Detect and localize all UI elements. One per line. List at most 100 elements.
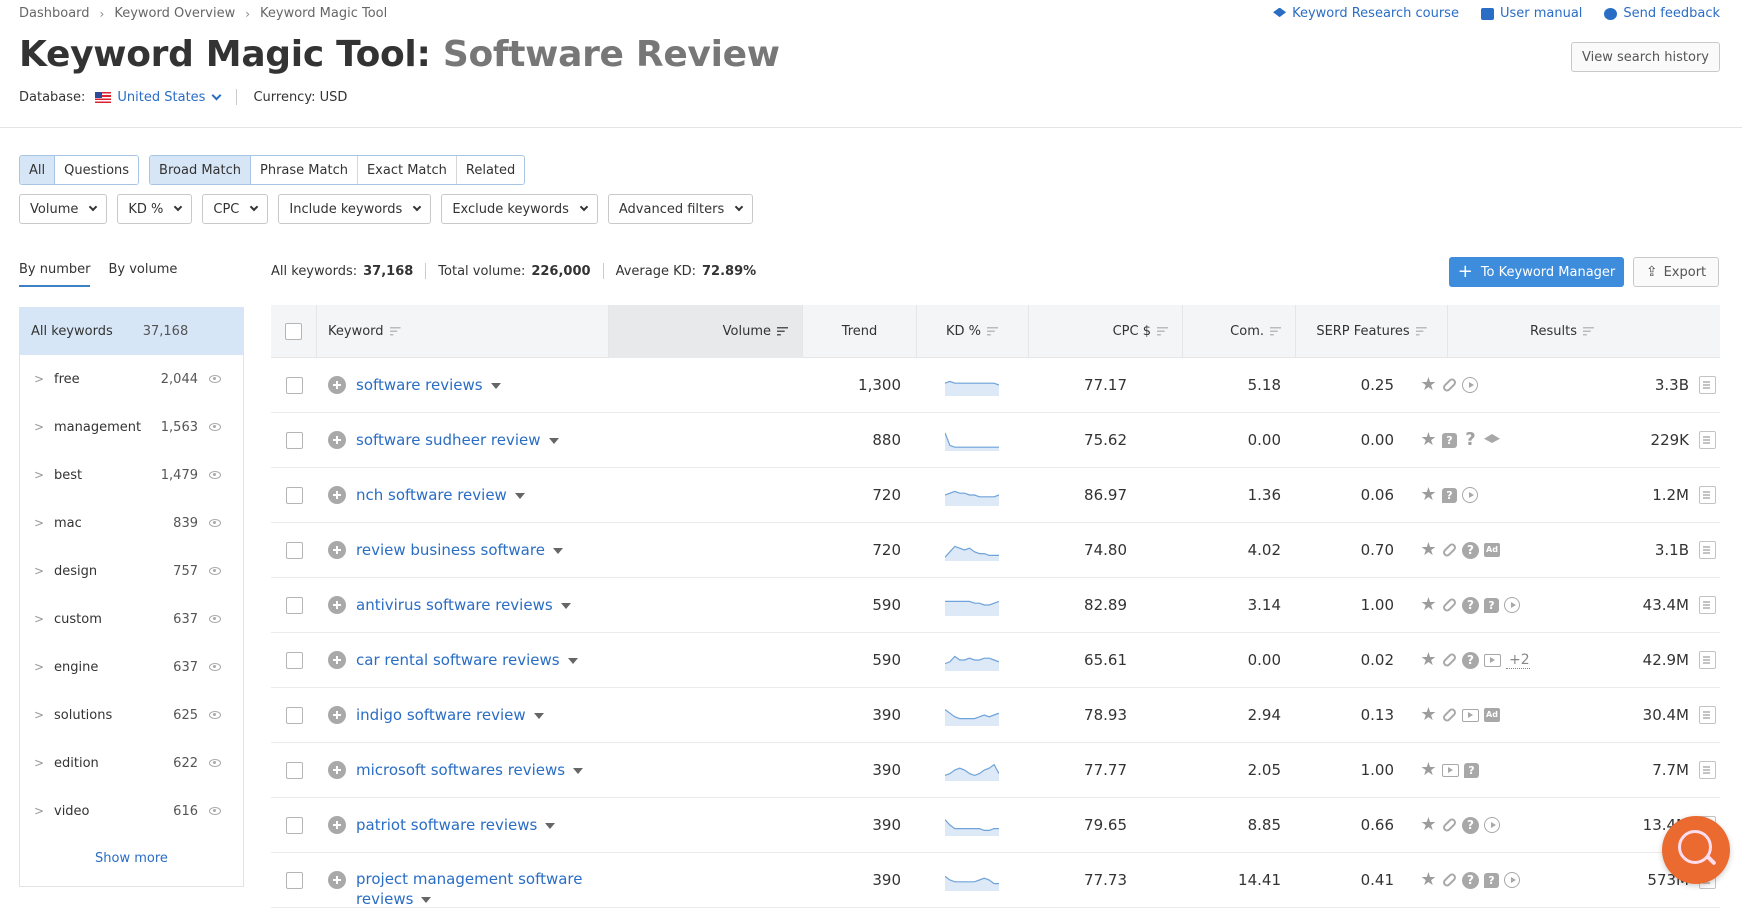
view-search-history-button[interactable]: View search history [1570,42,1720,72]
eye-icon[interactable] [209,711,221,719]
eye-icon[interactable] [209,423,221,431]
row-checkbox[interactable] [285,706,303,724]
more-features-link[interactable]: +2 [1506,652,1530,669]
row-checkbox[interactable] [285,596,303,614]
keyword-link[interactable]: project management software reviews [356,869,586,909]
row-checkbox[interactable] [285,761,303,779]
sidebar-item-mac[interactable]: > mac 839 [20,499,243,547]
add-keyword-icon[interactable] [328,651,346,669]
keyword-research-course-link[interactable]: Keyword Research course [1273,6,1459,21]
chevron-right-icon[interactable]: > [34,564,44,578]
column-volume[interactable]: Volume [609,305,803,358]
caret-down-icon[interactable] [545,822,556,829]
eye-icon[interactable] [209,663,221,671]
sidebar-item-management[interactable]: > management 1,563 [20,403,243,451]
serp-snapshot-icon[interactable] [1699,376,1716,394]
breadcrumb-dashboard[interactable]: Dashboard [19,6,90,21]
chevron-right-icon[interactable]: > [34,372,44,386]
tab-phrase-match[interactable]: Phrase Match [251,156,358,184]
add-keyword-icon[interactable] [328,486,346,504]
add-keyword-icon[interactable] [328,541,346,559]
chevron-right-icon[interactable]: > [34,420,44,434]
row-checkbox[interactable] [285,816,303,834]
caret-down-icon[interactable] [573,767,584,774]
search-assistant-button[interactable] [1662,816,1730,884]
chevron-right-icon[interactable]: > [34,516,44,530]
filter-advanced[interactable]: Advanced filters [607,194,754,224]
keyword-link[interactable]: patriot software reviews [356,815,556,835]
row-checkbox[interactable] [285,431,303,449]
keyword-link[interactable]: antivirus software reviews [356,595,571,615]
eye-icon[interactable] [209,519,221,527]
sidebar-item-custom[interactable]: > custom 637 [20,595,243,643]
show-more-link[interactable]: Show more [20,851,243,866]
sidebar-item-design[interactable]: > design 757 [20,547,243,595]
chevron-right-icon[interactable]: > [34,612,44,626]
serp-snapshot-icon[interactable] [1699,706,1716,724]
add-keyword-icon[interactable] [328,431,346,449]
eye-icon[interactable] [209,615,221,623]
eye-icon[interactable] [209,759,221,767]
chevron-right-icon[interactable]: > [34,708,44,722]
sidebar-item-video[interactable]: > video 616 [20,787,243,835]
caret-down-icon[interactable] [548,437,559,444]
serp-snapshot-icon[interactable] [1699,486,1716,504]
serp-snapshot-icon[interactable] [1699,651,1716,669]
row-checkbox[interactable] [285,376,303,394]
serp-snapshot-icon[interactable] [1699,541,1716,559]
row-checkbox[interactable] [285,541,303,559]
keyword-link[interactable]: software reviews [356,375,501,395]
keyword-link[interactable]: indigo software review [356,705,544,725]
chevron-right-icon[interactable]: > [34,804,44,818]
tab-by-volume[interactable]: By volume [108,262,177,287]
caret-down-icon[interactable] [533,712,544,719]
add-keyword-icon[interactable] [328,761,346,779]
chevron-right-icon[interactable]: > [34,468,44,482]
tab-related[interactable]: Related [456,156,525,184]
eye-icon[interactable] [209,807,221,815]
tab-questions[interactable]: Questions [55,156,139,184]
sidebar-item-engine[interactable]: > engine 637 [20,643,243,691]
sidebar-item-all-keywords[interactable]: All keywords 37,168 [20,307,243,355]
sidebar-item-best[interactable]: > best 1,479 [20,451,243,499]
tab-all[interactable]: All [20,156,56,184]
serp-snapshot-icon[interactable] [1699,596,1716,614]
serp-snapshot-icon[interactable] [1699,761,1716,779]
caret-down-icon[interactable] [421,896,432,903]
keyword-link[interactable]: review business software [356,540,563,560]
sidebar-item-free[interactable]: > free 2,044 [20,355,243,403]
sidebar-item-solutions[interactable]: > solutions 625 [20,691,243,739]
add-keyword-icon[interactable] [328,596,346,614]
column-serp-features[interactable]: SERP Features [1296,305,1448,358]
row-checkbox[interactable] [285,486,303,504]
send-feedback-link[interactable]: Send feedback [1604,6,1720,21]
keyword-link[interactable]: car rental software reviews [356,650,578,670]
tab-exact-match[interactable]: Exact Match [357,156,457,184]
eye-icon[interactable] [209,375,221,383]
column-keyword[interactable]: Keyword [317,305,609,358]
keyword-link[interactable]: nch software review [356,485,525,505]
export-button[interactable]: ⇪ Export [1633,257,1719,287]
add-keyword-icon[interactable] [328,376,346,394]
filter-exclude-keywords[interactable]: Exclude keywords [441,194,598,224]
filter-volume[interactable]: Volume [19,194,108,224]
keyword-link[interactable]: microsoft softwares reviews [356,760,584,780]
caret-down-icon[interactable] [567,657,578,664]
breadcrumb-keyword-overview[interactable]: Keyword Overview [114,6,235,21]
row-checkbox[interactable] [285,871,303,889]
filter-include-keywords[interactable]: Include keywords [278,194,432,224]
add-keyword-icon[interactable] [328,871,346,889]
filter-kd[interactable]: KD % [117,194,193,224]
chevron-right-icon[interactable]: > [34,756,44,770]
caret-down-icon[interactable] [514,492,525,499]
column-cpc[interactable]: CPC $ [1029,305,1183,358]
eye-icon[interactable] [209,471,221,479]
sidebar-item-edition[interactable]: > edition 622 [20,739,243,787]
eye-icon[interactable] [209,567,221,575]
tab-broad-match[interactable]: Broad Match [150,156,251,184]
chevron-right-icon[interactable]: > [34,660,44,674]
add-keyword-icon[interactable] [328,706,346,724]
column-kd[interactable]: KD % [917,305,1029,358]
user-manual-link[interactable]: User manual [1480,6,1582,21]
column-results[interactable]: Results [1448,305,1608,358]
